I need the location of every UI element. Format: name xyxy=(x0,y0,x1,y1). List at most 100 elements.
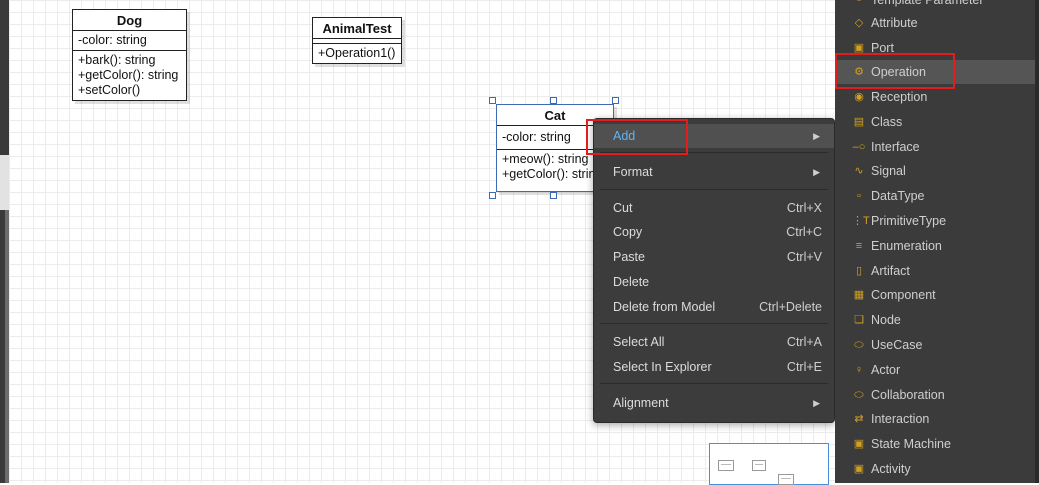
palette-item-label: Component xyxy=(871,288,936,302)
menu-item-label: Delete xyxy=(613,275,650,289)
palette-item-label: PrimitiveType xyxy=(871,214,947,228)
node-icon: ❏ xyxy=(854,314,864,326)
highlight-box-operation xyxy=(835,53,955,89)
usecase-icon: ⬭ xyxy=(854,339,864,351)
artifact-icon: ▯ xyxy=(855,265,863,277)
palette-item-actor[interactable]: ♀ Actor xyxy=(835,358,1035,382)
class-box-animaltest[interactable]: AnimalTest +Operation1() xyxy=(312,17,402,64)
palette-item-component[interactable]: ▦ Component xyxy=(835,283,1035,307)
class-box-dog[interactable]: Dog -color: string +bark(): string +getC… xyxy=(72,9,187,101)
palette-item-label: Artifact xyxy=(871,264,910,278)
menu-separator xyxy=(600,383,828,384)
activity-icon: ▣ xyxy=(853,463,865,475)
submenu-arrow-icon: ▶ xyxy=(813,131,820,141)
palette-item-label: Enumeration xyxy=(871,239,942,253)
palette-item-label: Activity xyxy=(871,462,911,476)
interface-icon: –○ xyxy=(852,141,866,153)
selection-handle[interactable] xyxy=(550,97,557,104)
palette-item-activity[interactable]: ▣ Activity xyxy=(835,457,1035,481)
menu-item-select-in-explorer[interactable]: Select In Explorer Ctrl+E xyxy=(594,355,834,379)
palette-item-state-machine[interactable]: ▣ State Machine xyxy=(835,432,1035,456)
palette-item-artifact[interactable]: ▯ Artifact xyxy=(835,259,1035,283)
menu-item-cut[interactable]: Cut Ctrl+X xyxy=(594,196,834,220)
datatype-icon: ▫ xyxy=(857,190,861,202)
selection-handle[interactable] xyxy=(550,192,557,199)
palette-item-label: Actor xyxy=(871,363,901,377)
menu-shortcut: Ctrl+E xyxy=(786,360,822,374)
palette-item-primitivetype[interactable]: ⋮T PrimitiveType xyxy=(835,209,1035,233)
palette-item-label: Node xyxy=(871,313,901,327)
selection-handle[interactable] xyxy=(489,192,496,199)
palette-item-label: Interface xyxy=(871,140,920,154)
palette-item-label: Interaction xyxy=(871,412,930,426)
class-icon: ▤ xyxy=(853,116,865,128)
palette-item-label: Attribute xyxy=(871,16,918,30)
menu-item-delete-from-model[interactable]: Delete from Model Ctrl+Delete xyxy=(594,295,834,319)
attribute-icon: ◇ xyxy=(854,17,864,29)
palette-item-attribute[interactable]: ◇ Attribute xyxy=(835,11,1035,35)
menu-item-label: Copy xyxy=(613,225,643,239)
class-operations: +Operation1() xyxy=(313,44,401,63)
menu-item-format[interactable]: Format ▶ xyxy=(594,160,834,184)
state-machine-icon: ▣ xyxy=(853,438,865,450)
minimap-shape xyxy=(752,460,766,471)
menu-item-label: Select In Explorer xyxy=(613,360,712,374)
menu-item-select-all[interactable]: Select All Ctrl+A xyxy=(594,330,834,354)
palette-item-class[interactable]: ▤ Class xyxy=(835,110,1035,134)
selection-handle[interactable] xyxy=(489,97,496,104)
class-name: AnimalTest xyxy=(313,18,401,39)
right-panel-edge xyxy=(1035,0,1039,483)
interaction-icon: ⇄ xyxy=(854,413,864,425)
menu-item-label: Format xyxy=(613,165,653,179)
palette-item-collaboration[interactable]: ⬭ Collaboration xyxy=(835,383,1035,407)
primitivetype-icon: ⋮T xyxy=(852,215,870,227)
menu-shortcut: Ctrl+Delete xyxy=(759,300,822,314)
selection-handle[interactable] xyxy=(612,97,619,104)
menu-separator xyxy=(600,189,828,190)
minimap-shape xyxy=(718,460,734,471)
submenu-arrow-icon: ▶ xyxy=(813,167,820,177)
menu-item-alignment[interactable]: Alignment ▶ xyxy=(594,391,834,415)
menu-item-label: Paste xyxy=(613,250,645,264)
actor-icon: ♀ xyxy=(854,364,864,376)
left-panel-dark-top xyxy=(0,0,9,155)
collaboration-icon: ⬭ xyxy=(854,389,864,401)
palette-item-label: DataType xyxy=(871,189,925,203)
palette-item-signal[interactable]: ∿ Signal xyxy=(835,159,1035,183)
menu-shortcut: Ctrl+V xyxy=(786,250,822,264)
palette-item-label: Collaboration xyxy=(871,388,945,402)
minimap-shape xyxy=(778,474,794,485)
operation-line: +getColor(): string xyxy=(78,68,179,82)
attribute-line: -color: string xyxy=(78,33,147,47)
operation-line: +bark(): string xyxy=(78,53,156,67)
context-menu: Add ▶ Format ▶ Cut Ctrl+X Copy Ctrl+C Pa… xyxy=(593,118,835,423)
palette-item-enumeration[interactable]: ≡ Enumeration xyxy=(835,234,1035,258)
class-attributes: -color: string xyxy=(73,31,186,51)
diagram-minimap[interactable] xyxy=(709,443,829,485)
menu-item-delete[interactable]: Delete xyxy=(594,270,834,294)
menu-item-label: Select All xyxy=(613,335,665,349)
palette-item-node[interactable]: ❏ Node xyxy=(835,308,1035,332)
menu-shortcut: Ctrl+A xyxy=(786,335,822,349)
class-name: Dog xyxy=(73,10,186,31)
menu-item-label: Delete from Model xyxy=(613,300,716,314)
highlight-box-add xyxy=(586,119,688,155)
left-panel-edge xyxy=(0,0,9,483)
class-operations: +bark(): string +getColor(): string +set… xyxy=(73,51,186,100)
palette-item-interface[interactable]: –○ Interface xyxy=(835,135,1035,159)
palette-item-label: Signal xyxy=(871,164,906,178)
component-icon: ▦ xyxy=(853,289,865,301)
enumeration-icon: ≡ xyxy=(855,240,863,252)
menu-item-paste[interactable]: Paste Ctrl+V xyxy=(594,245,834,269)
palette-item-usecase[interactable]: ⬭ UseCase xyxy=(835,333,1035,357)
palette-item-datatype[interactable]: ▫ DataType xyxy=(835,184,1035,208)
palette-item-label: UseCase xyxy=(871,338,923,352)
menu-shortcut: Ctrl+X xyxy=(786,201,822,215)
submenu-arrow-icon: ▶ xyxy=(813,398,820,408)
palette-item-label: Class xyxy=(871,115,903,129)
menu-item-copy[interactable]: Copy Ctrl+C xyxy=(594,220,834,244)
signal-icon: ∿ xyxy=(854,165,864,177)
palette-item-interaction[interactable]: ⇄ Interaction xyxy=(835,407,1035,431)
palette-item-label: State Machine xyxy=(871,437,951,451)
menu-shortcut: Ctrl+C xyxy=(786,225,822,239)
